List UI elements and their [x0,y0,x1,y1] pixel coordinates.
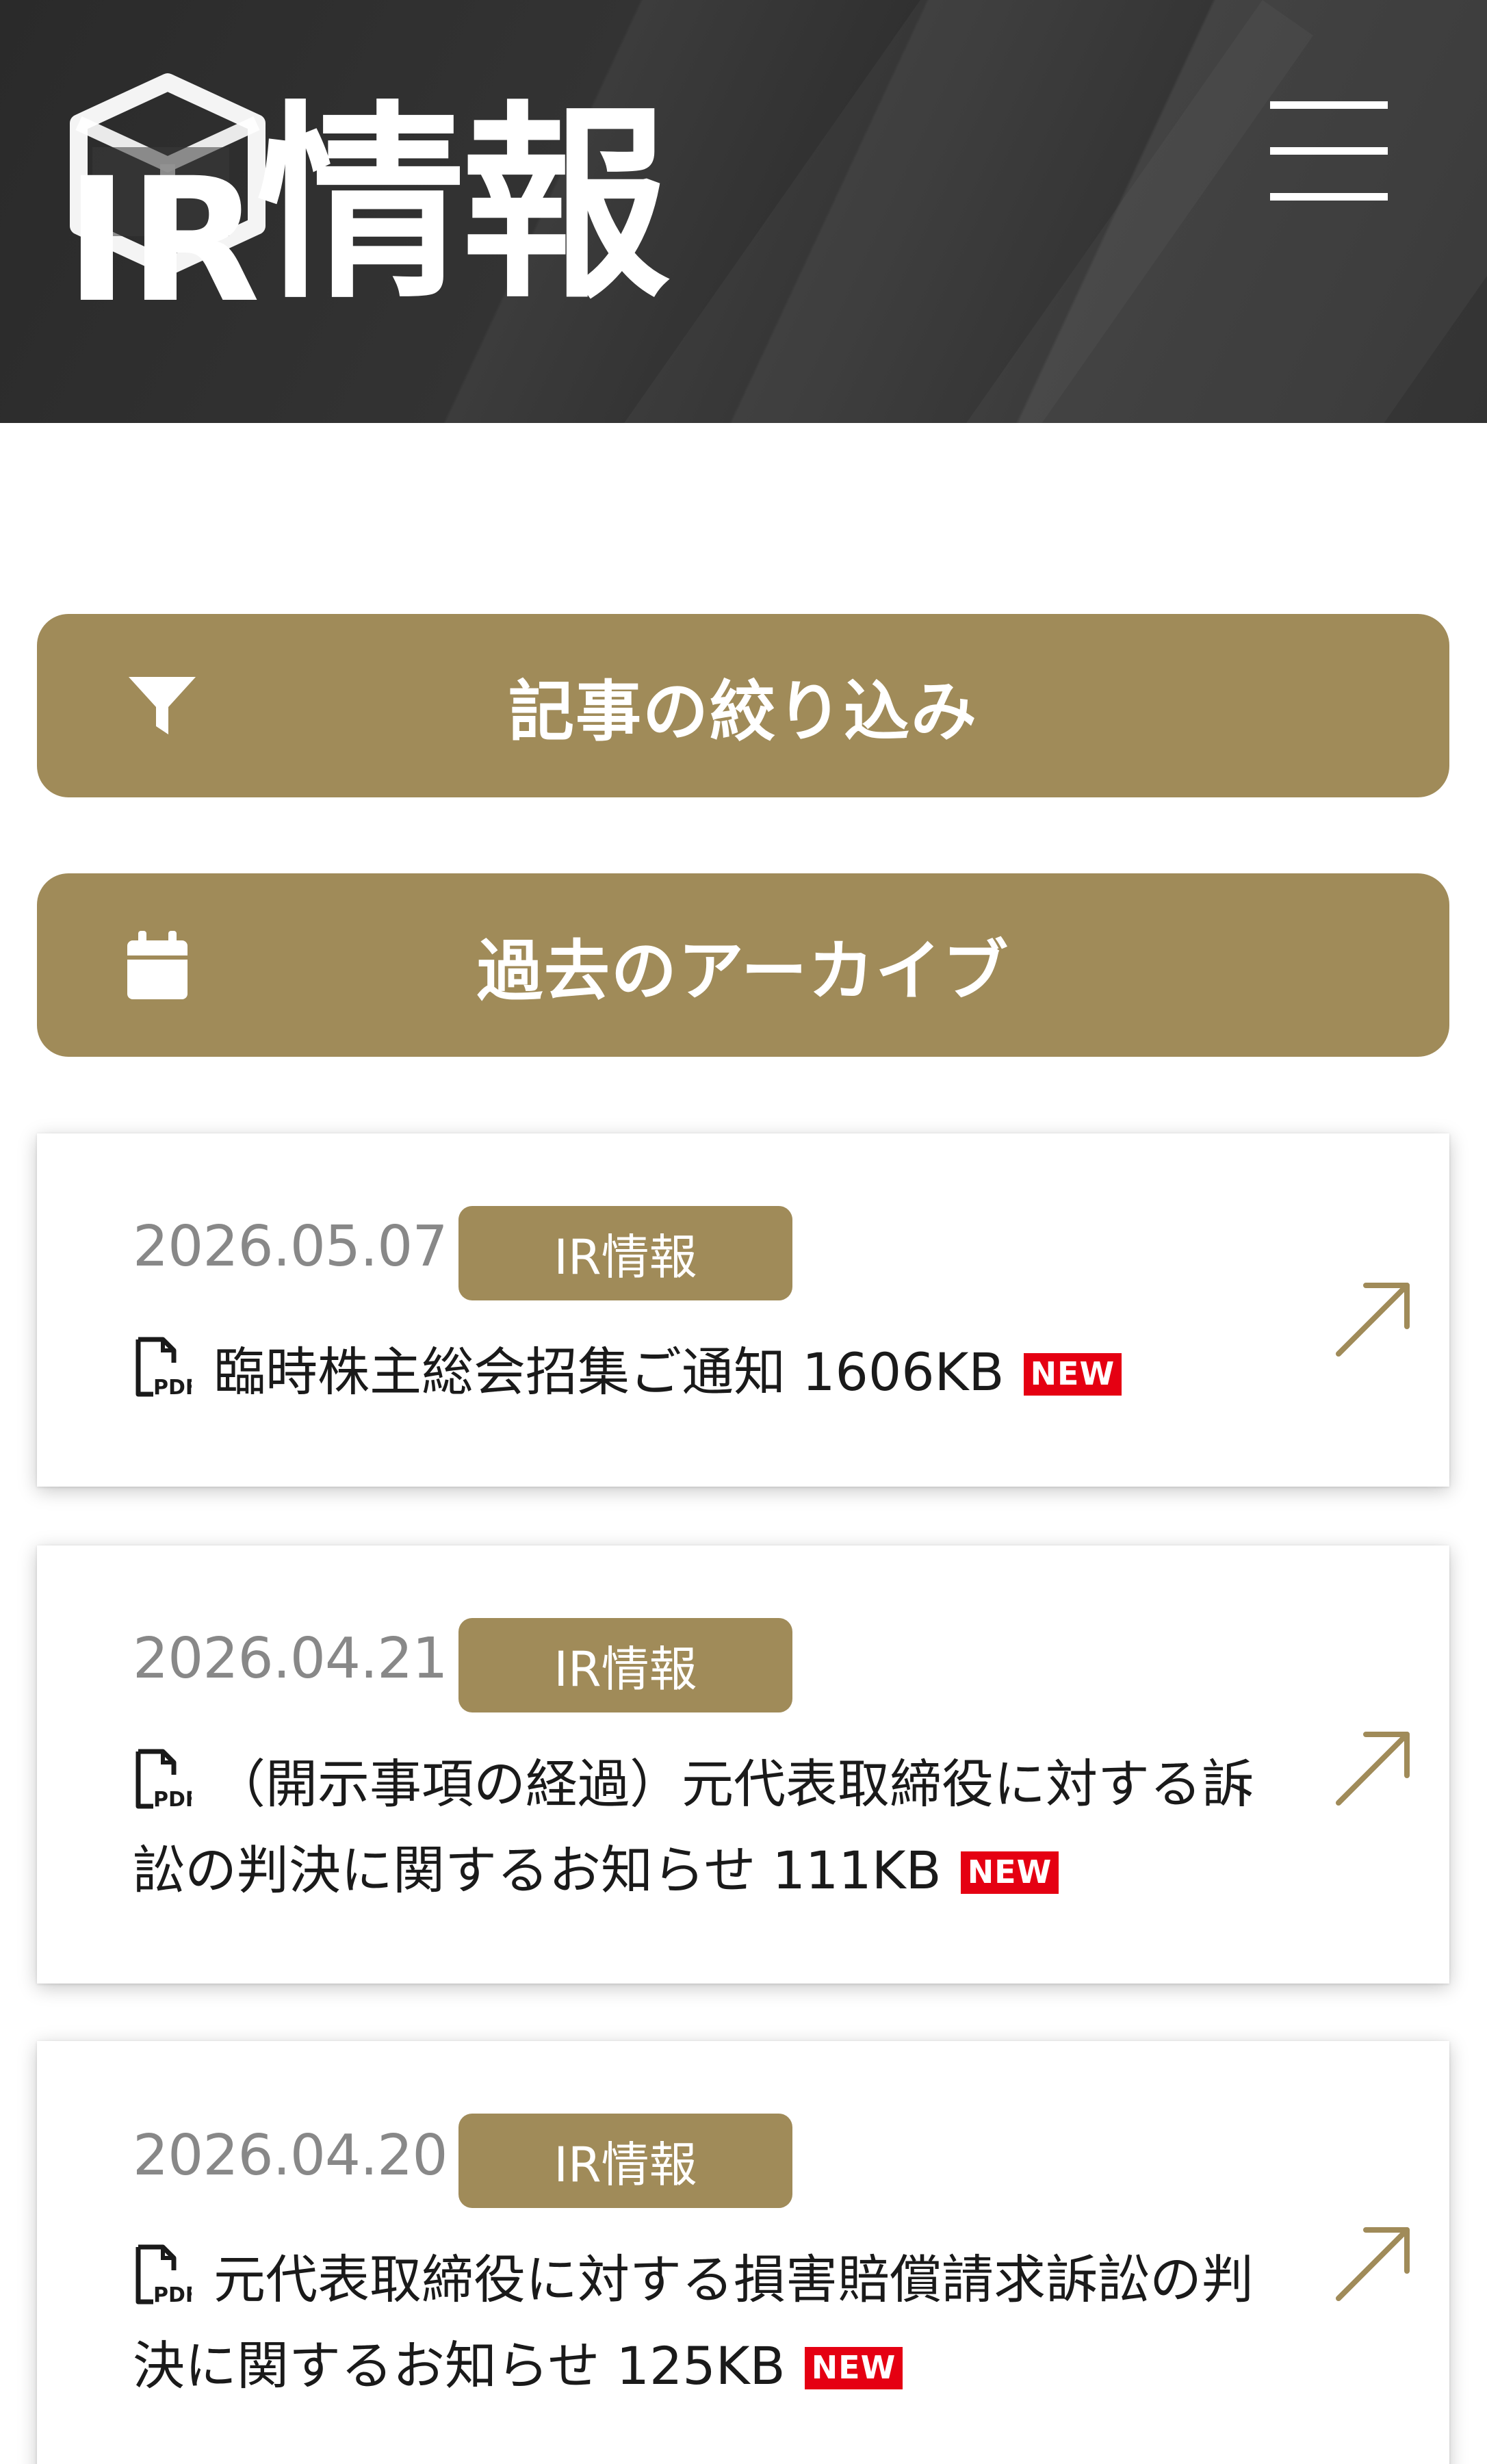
hamburger-line [1270,101,1388,109]
article-category-tag: IR情報 [458,1206,792,1300]
external-link-arrow-icon [1336,2227,1410,2301]
archive-button-label: 過去のアーカイブ [476,932,1010,1010]
svg-text:PDF: PDF [153,2283,192,2306]
article-date: 2026.05.07 [133,1214,448,1279]
page-header: IR 情報 [0,0,1487,423]
new-badge: NEW [804,2347,903,2389]
article-category-tag: IR情報 [458,1618,792,1712]
article-title[interactable]: PDF （開示事項の経過）元代表取締役に対する訴訟の判決に関するお知らせ 111… [133,1741,1255,1914]
svg-text:PDF: PDF [153,1376,192,1398]
article-title-text: （開示事項の経過）元代表取締役に対する訴訟の判決に関するお知らせ 111KB [133,1754,1254,1901]
article-title-text: 臨時株主総会招集ご通知 1606KB [214,1342,1005,1402]
page-title: 情報 [257,84,670,326]
article-category-tag: IR情報 [458,2114,792,2208]
article-title-text: 元代表取締役に対する損害賠償請求訴訟の判決に関するお知らせ 125KB [133,2249,1254,2396]
article-card[interactable]: 2026.04.20 IR情報 PDF 元代表取締役に対する損害賠償請求訴訟の判… [37,2041,1449,2464]
page-title-group: IR 情報 [65,55,670,326]
page: IR 情報 記事の絞り込み 過去のアーカイブ 2026.05.07 IR情報 P… [0,0,1487,2464]
hamburger-line [1270,147,1388,155]
svg-text:PDF: PDF [153,1788,192,1810]
calendar-icon [127,931,188,999]
article-title[interactable]: PDF 臨時株主総会招集ご通知 1606KB NEW [133,1329,1255,1415]
svg-text:IR: IR [65,141,261,315]
external-link-arrow-icon [1336,1732,1410,1806]
pdf-file-icon: PDF [135,1337,192,1398]
article-date: 2026.04.21 [133,1626,448,1691]
article-title[interactable]: PDF 元代表取締役に対する損害賠償請求訴訟の判決に関するお知らせ 125KBN… [133,2237,1255,2409]
pdf-file-icon: PDF [135,1749,192,1810]
menu-button[interactable] [1265,96,1392,205]
article-card[interactable]: 2026.04.21 IR情報 PDF （開示事項の経過）元代表取締役に対する訴… [37,1545,1449,1984]
article-date: 2026.04.20 [133,2123,448,2188]
external-link-arrow-icon [1336,1283,1410,1357]
new-badge: NEW [960,1851,1059,1894]
hamburger-line [1270,193,1388,201]
filter-articles-button[interactable]: 記事の絞り込み [37,614,1449,797]
new-badge: NEW [1023,1353,1122,1396]
archive-button[interactable]: 過去のアーカイブ [37,873,1449,1057]
ir-logo-icon: IR [65,73,266,315]
filter-button-label: 記事の絞り込み [508,673,978,750]
article-card[interactable]: 2026.05.07 IR情報 PDF 臨時株主総会招集ご通知 1606KB NE… [37,1133,1449,1487]
pdf-file-icon: PDF [135,2244,192,2306]
filter-icon [129,677,196,734]
